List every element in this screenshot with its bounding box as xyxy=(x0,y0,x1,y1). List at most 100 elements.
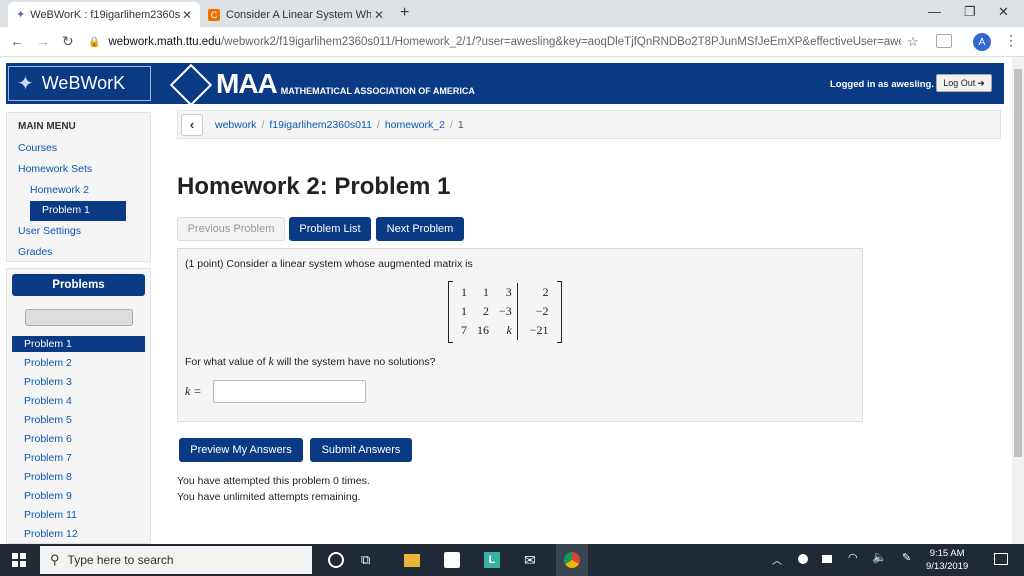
onedrive-icon[interactable] xyxy=(798,554,808,564)
problem-question: For what value of k will the system have… xyxy=(185,354,435,369)
breadcrumb-course[interactable]: f19igarlihem2360s011 xyxy=(269,119,372,131)
mail-icon[interactable]: ✉ xyxy=(524,552,540,568)
reload-icon[interactable]: ↻ xyxy=(62,33,74,50)
augmented-matrix: 1 1 3 2 1 2 −3 −2 7 16 k −21 xyxy=(448,281,562,343)
tray-chevron-icon[interactable]: ︿ xyxy=(772,552,782,567)
close-tab-icon[interactable]: ✕ xyxy=(374,8,384,22)
answer-label: k = xyxy=(185,384,202,398)
problem-list-item[interactable]: Problem 3 xyxy=(24,376,72,388)
taskbar-clock[interactable]: 9:15 AM 9/13/2019 xyxy=(926,547,968,573)
menu-homework-2[interactable]: Homework 2 xyxy=(30,184,89,196)
task-view-icon[interactable]: ⧉ xyxy=(361,552,377,568)
forward-arrow-icon[interactable]: → xyxy=(36,33,50,49)
matrix-cell: k xyxy=(494,321,518,340)
problem-list-item[interactable]: Problem 5 xyxy=(24,414,72,426)
taskbar-search[interactable]: ⚲ Type here to search xyxy=(40,546,312,574)
back-arrow-icon[interactable]: ← xyxy=(10,33,24,49)
search-placeholder: Type here to search xyxy=(67,553,174,567)
page-title: Homework 2: Problem 1 xyxy=(177,173,451,200)
notifications-icon[interactable] xyxy=(994,553,1008,565)
breadcrumb-webwork[interactable]: webwork xyxy=(215,119,256,131)
problem-list-item[interactable]: Problem 1 xyxy=(24,338,72,350)
problem-list-item[interactable]: Problem 9 xyxy=(24,490,72,502)
matrix-cell: 7 xyxy=(461,323,467,337)
windows-start-icon[interactable] xyxy=(12,553,26,567)
menu-grades[interactable]: Grades xyxy=(18,246,52,258)
volume-icon[interactable]: 🔈 xyxy=(872,550,887,564)
problems-scroll-box[interactable] xyxy=(25,309,133,326)
login-status: Logged in as awesling. xyxy=(830,79,934,90)
extension-icon[interactable] xyxy=(936,34,952,48)
menu-courses[interactable]: Courses xyxy=(18,142,57,154)
wifi-icon[interactable]: ◠ xyxy=(848,551,858,564)
url-field[interactable]: 🔒 webwork.math.ttu.edu/webwork2/f19igarl… xyxy=(88,31,926,53)
webwork-logo[interactable]: ✦ WeBWorK xyxy=(8,66,151,101)
problem-list-item[interactable]: Problem 4 xyxy=(24,395,72,407)
logo-text: WeBWorK xyxy=(41,73,126,93)
matrix-cell: −21 xyxy=(529,323,549,337)
matrix-cell: −3 xyxy=(494,302,518,321)
chegg-favicon-icon: C xyxy=(208,8,220,21)
logout-label: Log Out xyxy=(943,78,976,88)
problem-list-item[interactable]: Problem 2 xyxy=(24,357,72,369)
maa-diamond-icon xyxy=(169,63,213,107)
next-problem-button[interactable]: Next Problem xyxy=(376,217,464,241)
matrix-cell: 2 xyxy=(483,304,489,318)
restore-icon[interactable]: ❐ xyxy=(964,4,976,20)
maa-big-text: MAA xyxy=(216,68,278,99)
url-host: webwork.math.ttu.edu xyxy=(108,36,221,48)
breadcrumb: ‹ webwork / f19igarlihem2360s011 / homew… xyxy=(177,110,1001,139)
preview-answers-button[interactable]: Preview My Answers xyxy=(179,438,303,462)
maa-logo[interactable]: MAA MATHEMATICAL ASSOCIATION OF AMERICA xyxy=(169,63,475,107)
problem-list-item[interactable]: Problem 12 xyxy=(24,528,78,540)
attempts-remaining-text: You have unlimited attempts remaining. xyxy=(177,491,361,503)
matrix-row: 1 1 3 2 xyxy=(456,283,554,302)
previous-problem-button[interactable]: Previous Problem xyxy=(177,217,285,241)
problem-list-button[interactable]: Problem List xyxy=(289,217,371,241)
new-tab-button[interactable]: + xyxy=(400,4,409,22)
battery-icon[interactable] xyxy=(822,555,832,563)
left-bracket xyxy=(448,281,453,343)
store-icon[interactable] xyxy=(444,552,460,568)
submit-answers-button[interactable]: Submit Answers xyxy=(310,438,412,462)
chevron-left-icon: ‹ xyxy=(189,117,195,132)
problem-list-item[interactable]: Problem 7 xyxy=(24,452,72,464)
problem-list-item[interactable]: Problem 8 xyxy=(24,471,72,483)
header-band: ✦ WeBWorK MAA MATHEMATICAL ASSOCIATION O… xyxy=(6,63,1004,107)
scrollbar-thumb[interactable] xyxy=(1014,69,1022,457)
pen-icon[interactable]: ✎ xyxy=(902,551,911,564)
logout-button[interactable]: Log Out ➜ xyxy=(936,74,992,92)
close-tab-icon[interactable]: ✕ xyxy=(182,8,192,22)
matrix-cell: 1 xyxy=(483,285,489,299)
bookmark-star-icon[interactable]: ☆ xyxy=(907,34,919,50)
logout-icon: ➜ xyxy=(977,77,985,88)
problems-panel: Problems Problem 1 Problem 2 Problem 3 P… xyxy=(6,268,151,544)
file-explorer-icon[interactable] xyxy=(404,554,420,567)
breadcrumb-back-button[interactable]: ‹ xyxy=(181,113,203,136)
menu-homework-sets[interactable]: Homework Sets xyxy=(18,163,92,175)
app-l-icon[interactable]: L xyxy=(484,552,500,568)
problem-list-item[interactable]: Problem 6 xyxy=(24,433,72,445)
answer-input[interactable] xyxy=(213,380,366,403)
profile-avatar[interactable]: A xyxy=(973,33,991,51)
matrix-cell: 1 xyxy=(461,285,467,299)
cortana-icon[interactable] xyxy=(328,552,344,568)
matrix-row: 7 16 k −21 xyxy=(456,321,554,340)
webwork-star-icon: ✦ xyxy=(17,73,34,95)
tab-chegg[interactable]: C Consider A Linear System Whose ✕ xyxy=(200,2,392,27)
clock-date: 9/13/2019 xyxy=(926,561,969,572)
menu-problem-1[interactable]: Problem 1 xyxy=(30,201,126,221)
question-variable: k xyxy=(268,354,274,368)
breadcrumb-set[interactable]: homework_2 xyxy=(385,119,445,131)
problems-header: Problems xyxy=(12,274,145,296)
tab-title: WeBWorK : f19igarlihem2360s01 xyxy=(30,8,181,21)
search-icon: ⚲ xyxy=(50,552,60,567)
close-window-icon[interactable]: ✕ xyxy=(998,4,1009,20)
browser-menu-icon[interactable]: ⋮ xyxy=(1004,32,1018,49)
tab-webwork[interactable]: ✦ WeBWorK : f19igarlihem2360s01 ✕ xyxy=(8,2,200,27)
menu-user-settings[interactable]: User Settings xyxy=(18,225,81,237)
minimize-icon[interactable]: — xyxy=(928,4,941,19)
problem-list-item[interactable]: Problem 11 xyxy=(24,509,77,521)
chrome-icon[interactable] xyxy=(564,552,580,568)
matrix-row: 1 2 −3 −2 xyxy=(456,302,554,321)
